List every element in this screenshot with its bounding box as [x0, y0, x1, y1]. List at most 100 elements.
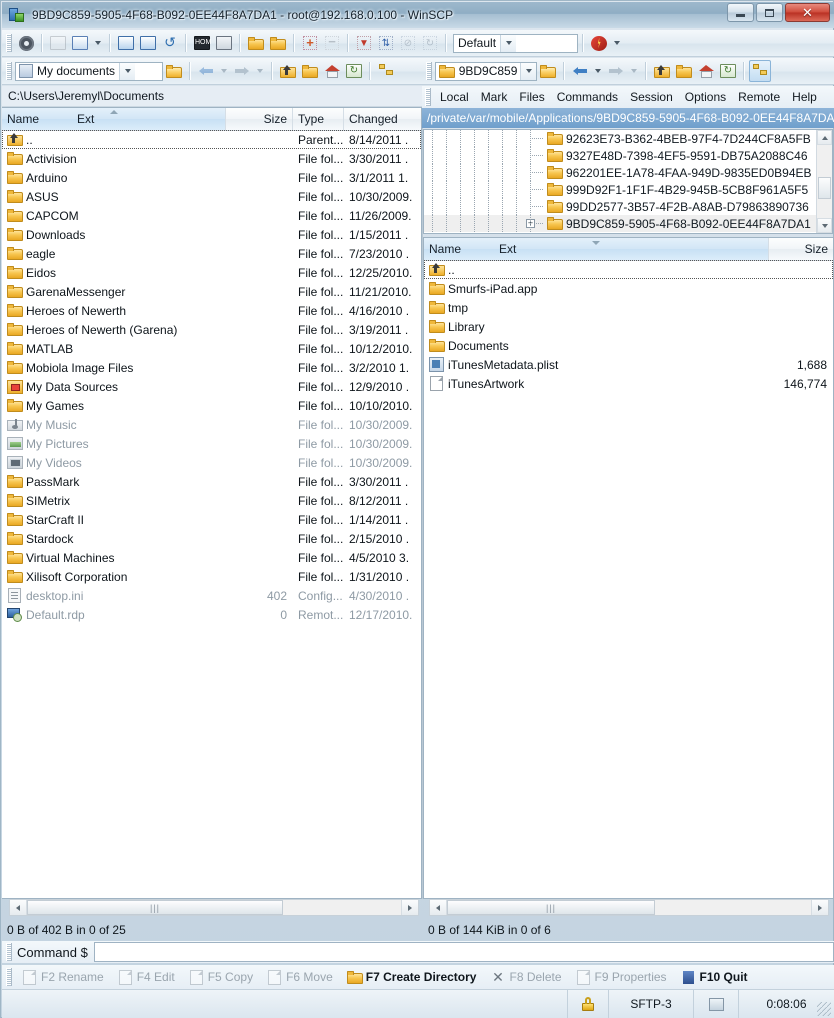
table-row[interactable]: My Data Sources File fol... 12/9/2010 .: [2, 377, 421, 396]
session-selector-caret-icon[interactable]: [500, 34, 517, 52]
tree-item[interactable]: +9BD9C859-5905-4F68-B092-0EE44F8A7DA1: [424, 215, 832, 232]
remote-toolbar-grip[interactable]: [426, 62, 432, 80]
local-drive-selector[interactable]: My documents: [15, 61, 163, 81]
title-bar[interactable]: 9BD9C859-5905-4F68-B092-0EE44F8A7DA1 - r…: [2, 2, 834, 28]
menu-item-mark[interactable]: Mark: [475, 88, 514, 106]
table-row[interactable]: CAPCOM File fol... 11/26/2009.: [2, 206, 421, 225]
synchronize-browsing-icon[interactable]: [245, 32, 267, 54]
local-toggle-tree-icon[interactable]: [375, 60, 397, 82]
remote-header-size[interactable]: Size: [769, 238, 833, 260]
table-row[interactable]: Heroes of Newerth (Garena) File fol... 3/1…: [2, 320, 421, 339]
local-scroll-right-button[interactable]: [401, 900, 418, 915]
tree-scroll-up-button[interactable]: [817, 130, 832, 145]
table-row[interactable]: .. Parent... 8/14/2011 .: [2, 130, 421, 149]
local-home-directory-icon[interactable]: [321, 60, 343, 82]
remote-forward-arrow-icon[interactable]: [605, 60, 627, 82]
table-row[interactable]: Activision File fol... 3/30/2011 .: [2, 149, 421, 168]
transfer-settings-icon[interactable]: [588, 32, 610, 54]
close-button[interactable]: ✕: [785, 3, 830, 22]
local-header-size[interactable]: Size: [226, 108, 293, 130]
local-back-caret-icon[interactable]: [221, 69, 227, 73]
open-in-putty-icon[interactable]: [213, 32, 235, 54]
table-row[interactable]: My Games File fol... 10/10/2010.: [2, 396, 421, 415]
table-row[interactable]: Library: [424, 317, 833, 336]
local-header-changed[interactable]: Changed: [344, 108, 420, 130]
function-key-f4[interactable]: F4 Edit: [111, 969, 182, 985]
maximize-button[interactable]: [756, 3, 783, 22]
function-key-f9[interactable]: F9 Properties: [569, 969, 674, 985]
local-scroll-left-button[interactable]: [10, 900, 27, 915]
copy-documents-icon[interactable]: [69, 32, 91, 54]
table-row[interactable]: Smurfs-iPad.app: [424, 279, 833, 298]
table-row[interactable]: My Videos File fol... 10/30/2009.: [2, 453, 421, 472]
menu-item-options[interactable]: Options: [679, 88, 732, 106]
remote-hscroll-thumb[interactable]: |||: [447, 900, 655, 915]
minimize-button[interactable]: [727, 3, 754, 22]
local-back-arrow-icon[interactable]: [195, 60, 217, 82]
local-horizontal-scrollbar[interactable]: |||: [9, 899, 419, 916]
local-toolbar-grip[interactable]: [6, 62, 12, 80]
local-header-type[interactable]: Type: [293, 108, 344, 130]
menu-item-help[interactable]: Help: [786, 88, 823, 106]
table-row[interactable]: Downloads File fol... 1/15/2011 .: [2, 225, 421, 244]
table-row[interactable]: Default.rdp 0 Remot... 12/17/2010.: [2, 605, 421, 624]
table-row[interactable]: Virtual Machines File fol... 4/5/2010 3.: [2, 548, 421, 567]
table-row[interactable]: GarenaMessenger File fol... 11/21/2010.: [2, 282, 421, 301]
table-row[interactable]: StarCraft II File fol... 1/14/2011 .: [2, 510, 421, 529]
function-key-f5[interactable]: F5 Copy: [182, 969, 260, 985]
tree-item[interactable]: 92623E73-B362-4BEB-97F4-7D244CF8A5FB: [424, 130, 832, 147]
local-header-name[interactable]: Name Ext: [2, 108, 226, 130]
local-open-directory-icon[interactable]: [163, 60, 185, 82]
remove-bookmark-icon[interactable]: −: [321, 32, 343, 54]
remote-refresh-directory-icon[interactable]: ↻: [717, 60, 739, 82]
local-parent-directory-icon[interactable]: [277, 60, 299, 82]
remote-drive-caret-icon[interactable]: [520, 62, 536, 80]
copy-dropdown-caret-icon[interactable]: [95, 41, 101, 45]
table-row[interactable]: iTunesArtwork 146,774: [424, 374, 833, 393]
function-key-f8[interactable]: ✕ F8 Delete: [483, 970, 568, 984]
table-row[interactable]: ..: [424, 260, 833, 279]
duplicate-session-icon[interactable]: [137, 32, 159, 54]
remote-back-arrow-icon[interactable]: [569, 60, 591, 82]
reload-icon[interactable]: ↻: [419, 32, 441, 54]
home-screen-icon[interactable]: HOM: [191, 32, 213, 54]
find-files-icon[interactable]: [267, 32, 289, 54]
function-key-f7[interactable]: F7 Create Directory: [340, 970, 484, 984]
remote-forward-caret-icon[interactable]: [631, 69, 637, 73]
remote-parent-directory-icon[interactable]: [651, 60, 673, 82]
tree-expand-icon[interactable]: +: [526, 219, 535, 228]
table-row[interactable]: Heroes of Newerth File fol... 4/16/2010 .: [2, 301, 421, 320]
preferences-gear-icon[interactable]: [15, 32, 37, 54]
table-row[interactable]: Stardock File fol... 2/15/2010 .: [2, 529, 421, 548]
function-key-grip[interactable]: [6, 968, 12, 986]
table-row[interactable]: Documents: [424, 336, 833, 355]
tree-item[interactable]: 999D92F1-1F1F-4B29-945B-5CB8F961A5F5: [424, 181, 832, 198]
table-row[interactable]: eagle File fol... 7/23/2010 .: [2, 244, 421, 263]
table-row[interactable]: iTunesMetadata.plist 1,688: [424, 355, 833, 374]
remote-toggle-tree-icon[interactable]: [749, 60, 771, 82]
tree-item[interactable]: 9327E48D-7398-4EF5-9591-DB75A2088C46: [424, 147, 832, 164]
table-row[interactable]: PassMark File fol... 3/30/2011 .: [2, 472, 421, 491]
local-forward-arrow-icon[interactable]: [231, 60, 253, 82]
remote-home-directory-icon[interactable]: [695, 60, 717, 82]
table-row[interactable]: Arduino File fol... 3/1/2011 1.: [2, 168, 421, 187]
command-line-grip[interactable]: [6, 943, 12, 961]
transfer-settings-caret-icon[interactable]: [614, 41, 620, 45]
function-key-f2[interactable]: F2 Rename: [15, 969, 111, 985]
command-line-input[interactable]: [93, 942, 834, 962]
local-refresh-directory-icon[interactable]: ↻: [343, 60, 365, 82]
tree-vertical-scrollbar[interactable]: [816, 130, 832, 233]
tree-item[interactable]: 962201EE-1A78-4FAA-949D-9835ED0B94EB: [424, 164, 832, 181]
menu-grip[interactable]: [425, 88, 431, 106]
remote-path-bar[interactable]: /private/var/mobile/Applications/9BD9C85…: [422, 108, 834, 128]
reconnect-session-icon[interactable]: ↺: [159, 32, 181, 54]
table-row[interactable]: MATLAB File fol... 10/12/2010.: [2, 339, 421, 358]
menu-item-commands[interactable]: Commands: [551, 88, 624, 106]
resize-grip-icon[interactable]: [817, 1002, 831, 1016]
table-row[interactable]: Mobiola Image Files File fol... 3/2/2010 1…: [2, 358, 421, 377]
toolbar-grip[interactable]: [6, 34, 12, 52]
remote-file-panel[interactable]: Name Ext Size .. Smurfs-iPad.app tmp Librar…: [423, 237, 834, 899]
local-forward-caret-icon[interactable]: [257, 69, 263, 73]
remote-back-caret-icon[interactable]: [595, 69, 601, 73]
remote-scroll-left-button[interactable]: [430, 900, 447, 915]
